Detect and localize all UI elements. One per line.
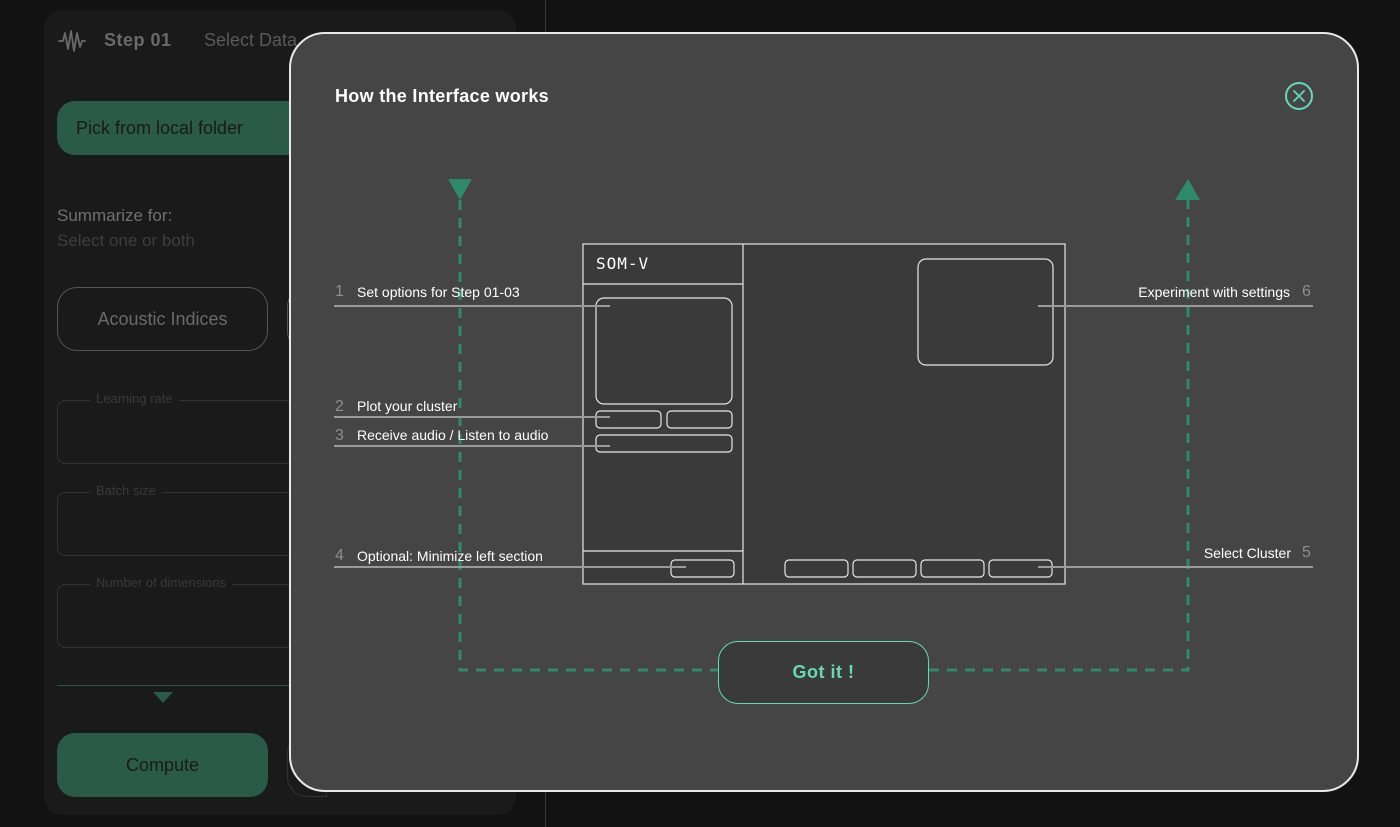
interface-mockup [582,243,1066,585]
app-root: Step 01 Select Data Pick from local fold… [0,0,1400,827]
annotation-3-number: 3 [335,427,344,444]
got-it-button[interactable]: Got it ! [718,641,929,704]
flow-arrow-up-icon [1175,179,1200,200]
annotation-2-number: 2 [335,398,344,415]
interface-diagram [334,179,1313,672]
flow-arrow-down-icon [448,179,472,200]
annotation-2-text: Plot your cluster [357,398,458,414]
annotation-1-number: 1 [335,283,344,300]
annotation-5-number: 5 [1302,544,1311,561]
annotation-4-text: Optional: Minimize left section [357,548,543,564]
annotation-4-number: 4 [335,547,344,564]
annotation-5-text: Select Cluster [1203,545,1291,561]
annotation-1-text: Set options for Step 01-03 [357,284,520,300]
annotation-6-text: Experiment with settings [1138,284,1290,300]
mockup-app-title: SOM-V [596,254,650,273]
annotation-6-number: 6 [1302,283,1311,300]
annotation-3-text: Receive audio / Listen to audio [357,427,549,443]
